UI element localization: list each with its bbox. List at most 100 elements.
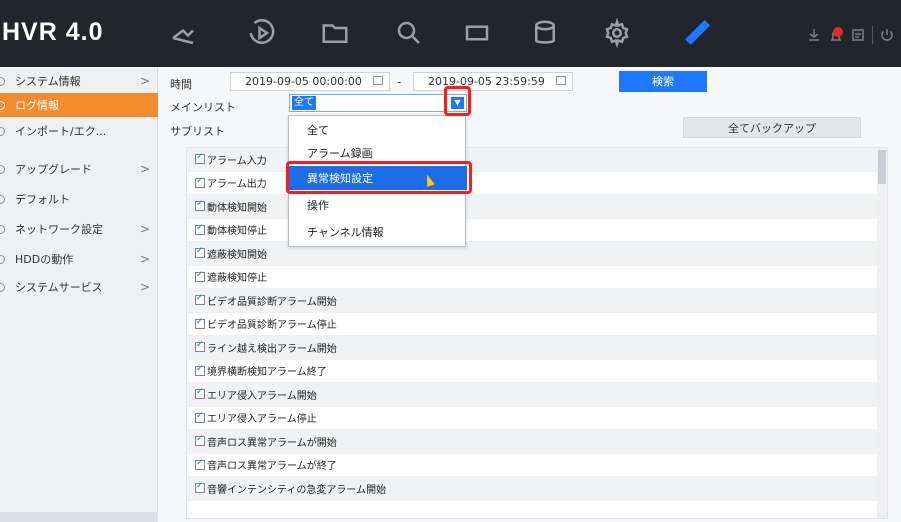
checkbox[interactable]	[195, 199, 205, 212]
list-item[interactable]: 音声ロス異常アラームが終了	[187, 454, 887, 477]
list-item[interactable]: 境界横断検知アラーム終了	[187, 360, 887, 383]
sidebar-item-system-info[interactable]: システム情報 >	[0, 69, 158, 93]
list-item-label: エリア侵入アラーム開始	[207, 390, 317, 402]
bullet-icon	[0, 254, 5, 264]
sidebar-item-label: インポート/エク...	[15, 125, 107, 138]
checkbox[interactable]	[195, 223, 205, 235]
sidebar-item-label: ネットワーク設定	[15, 223, 103, 236]
sidebar-item-import-export[interactable]: インポート/エク...	[0, 119, 158, 143]
end-time-field[interactable]: 2019-09-05 23:59:59	[413, 72, 573, 91]
list-item-label: 音声ロス異常アラームが開始	[207, 437, 337, 449]
alarm-icon[interactable]	[827, 26, 845, 44]
info-icon[interactable]	[849, 26, 867, 44]
dropdown-option-channel-info[interactable]: チャンネル情報	[289, 220, 467, 244]
bullet-icon	[0, 224, 5, 234]
sidebar-item-network-settings[interactable]: ネットワーク設定 >	[0, 217, 158, 241]
dropdown-option-exception[interactable]: 異常検知設定	[289, 166, 467, 190]
alarm-badge	[833, 27, 843, 37]
list-item[interactable]: ライン越え検出アラーム開始	[187, 336, 887, 360]
sidebar-item-label: アップグレード	[15, 163, 92, 176]
list-item-label: 動体検知開始	[207, 202, 267, 214]
checkbox[interactable]	[195, 152, 205, 165]
search-icon[interactable]	[392, 16, 426, 50]
list-item[interactable]: エリア侵入アラーム開始	[187, 383, 887, 407]
calendar-icon	[556, 76, 566, 85]
list-item[interactable]: 音声ロス異常アラームが開始	[187, 430, 887, 454]
range-dash: -	[397, 75, 402, 89]
start-time-value: 2019-09-05 00:00:00	[245, 75, 362, 88]
list-item-label: ビデオ品質診断アラーム開始	[207, 296, 337, 308]
bullet-icon	[0, 164, 5, 174]
camera-icon[interactable]	[166, 16, 200, 50]
main-list-select[interactable]: 全て ▼	[289, 94, 467, 112]
list-item-label: アラーム入力	[207, 155, 267, 167]
gear-icon[interactable]	[600, 16, 634, 50]
checkbox[interactable]	[195, 176, 205, 188]
list-item-label: アラーム出力	[207, 179, 267, 191]
sidebar-item-hdd-operation[interactable]: HDDの動作 >	[0, 247, 158, 271]
sub-list-label: サブリスト	[170, 125, 225, 138]
chevron-right-icon: >	[140, 252, 151, 266]
folder-icon[interactable]	[318, 16, 352, 50]
wrench-icon[interactable]	[680, 16, 714, 50]
checkbox[interactable]	[195, 387, 205, 400]
dropdown-option-all[interactable]: 全て	[289, 118, 467, 142]
checkbox[interactable]	[195, 246, 205, 259]
database-icon[interactable]	[528, 16, 562, 50]
start-time-field[interactable]: 2019-09-05 00:00:00	[230, 72, 390, 91]
checkbox[interactable]	[195, 458, 205, 470]
download-icon[interactable]	[805, 26, 823, 44]
backup-all-button[interactable]: 全てバックアップ	[683, 117, 861, 138]
power-icon[interactable]	[878, 26, 896, 44]
list-item[interactable]: 音響インテンシティの急変アラーム開始	[187, 477, 887, 501]
list-item-label: 音響インテンシティの急変アラーム開始	[207, 484, 387, 496]
chevron-right-icon: >	[140, 222, 151, 236]
checkbox[interactable]	[195, 434, 205, 447]
display-icon[interactable]	[460, 16, 494, 50]
sidebar-item-log-info[interactable]: ログ情報	[0, 93, 158, 117]
bullet-icon	[0, 100, 5, 110]
sidebar-item-label: ログ情報	[15, 99, 59, 112]
sidebar-item-default[interactable]: デフォルト	[0, 187, 158, 211]
checkbox[interactable]	[195, 364, 205, 376]
list-item-label: 音声ロス異常アラームが終了	[207, 461, 337, 473]
sidebar: システム情報 > ログ情報 インポート/エク... アップグレード > デフォル…	[0, 67, 158, 522]
list-item-label: 遮蔽検知開始	[207, 249, 267, 261]
calendar-icon	[373, 76, 383, 85]
scrollbar-thumb[interactable]	[878, 150, 886, 184]
checkbox[interactable]	[195, 270, 205, 282]
checkbox[interactable]	[195, 317, 205, 329]
chevron-down-icon[interactable]: ▼	[451, 97, 464, 109]
list-item[interactable]: ビデオ品質診断アラーム開始	[187, 289, 887, 313]
dropdown-option-alarm-recording[interactable]: アラーム録画	[289, 141, 467, 165]
sidebar-item-label: システム情報	[15, 75, 81, 88]
sidebar-item-label: システムサービス	[15, 281, 103, 294]
list-item-label: 境界横断検知アラーム終了	[207, 367, 327, 379]
list-item[interactable]: ビデオ品質診断アラーム停止	[187, 313, 887, 336]
dropdown-option-operation[interactable]: 操作	[289, 193, 467, 217]
bullet-icon	[0, 126, 5, 136]
main-list-dropdown: 全て アラーム録画 異常検知設定 操作 チャンネル情報	[288, 115, 467, 247]
checkbox[interactable]	[195, 411, 205, 423]
playback-icon[interactable]	[245, 16, 279, 50]
list-item-label: 遮蔽検知停止	[207, 273, 267, 285]
time-label: 時間	[170, 78, 192, 91]
checkbox[interactable]	[195, 481, 205, 494]
list-item[interactable]: エリア侵入アラーム停止	[187, 407, 887, 430]
checkbox[interactable]	[195, 293, 205, 306]
checkbox[interactable]	[195, 340, 205, 353]
scrollbar[interactable]	[877, 148, 887, 518]
toolbar-divider	[872, 26, 873, 44]
sidebar-item-system-service[interactable]: システムサービス >	[0, 275, 158, 299]
bullet-icon	[0, 194, 5, 204]
list-item-label: 動体検知停止	[207, 226, 267, 238]
sidebar-item-label: デフォルト	[15, 193, 70, 206]
list-item-label: ライン越え検出アラーム開始	[207, 343, 337, 355]
chevron-right-icon: >	[140, 74, 151, 88]
list-item[interactable]: 遮蔽検知停止	[187, 266, 887, 289]
sidebar-item-upgrade[interactable]: アップグレード >	[0, 157, 158, 181]
list-item-label: ビデオ品質診断アラーム停止	[207, 320, 337, 332]
top-toolbar: HVR 4.0	[0, 0, 901, 67]
search-button[interactable]: 検索	[619, 71, 707, 92]
chevron-right-icon: >	[140, 280, 151, 294]
